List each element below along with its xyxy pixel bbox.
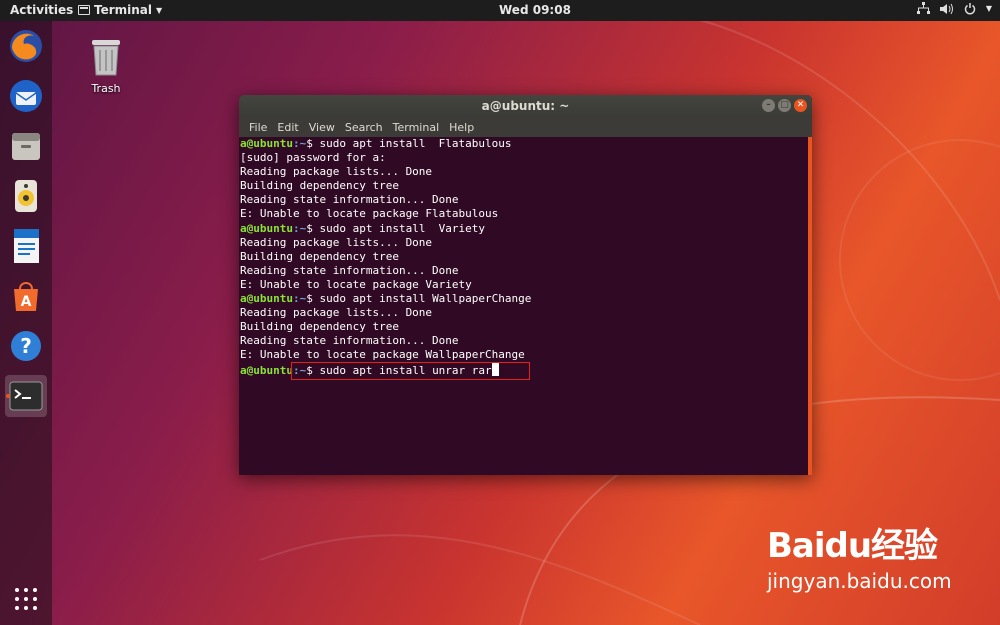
terminal-window[interactable]: a@ubuntu: ~ – □ ✕ File Edit View Search … — [239, 95, 812, 475]
command-text: $ sudo apt install Variety — [306, 221, 486, 235]
terminal-output-line: Building dependency tree — [240, 249, 399, 263]
dock-writer[interactable] — [5, 225, 47, 267]
prompt-path: :~ — [292, 137, 307, 150]
svg-text:?: ? — [20, 334, 32, 358]
dock: A ? — [0, 21, 52, 625]
terminal-command-line: a@ubuntu:~$ sudo apt install Variety — [240, 222, 808, 236]
help-icon: ? — [11, 331, 41, 361]
desktop-trash[interactable]: Trash — [84, 37, 128, 95]
terminal-output[interactable]: a@ubuntu:~$ sudo apt install Flatabulous… — [239, 137, 808, 475]
watermark-brand: Baidu经验 — [767, 526, 938, 566]
annotation-highlight-box — [291, 362, 530, 380]
clock[interactable]: Wed 09:08 — [499, 3, 571, 17]
trash-icon — [92, 40, 120, 76]
menu-help[interactable]: Help — [444, 121, 479, 134]
terminal-output-line: [sudo] password for a: — [240, 151, 386, 165]
menu-search[interactable]: Search — [340, 121, 388, 134]
command-text: $ sudo apt install WallpaperChange — [306, 292, 532, 306]
command-text: $ sudo apt install Flatabulous — [306, 137, 512, 150]
dock-software[interactable]: A — [5, 275, 47, 317]
writer-icon — [14, 229, 39, 263]
terminal-output-line: Building dependency tree — [240, 179, 399, 193]
network-icon — [916, 2, 930, 14]
rhythmbox-icon — [15, 180, 37, 212]
firefox-icon — [10, 30, 42, 62]
prompt-user: a@ubuntu — [240, 137, 293, 150]
app-menu-label: Terminal — [94, 3, 153, 17]
terminal-output-line: Reading state information... Done — [240, 334, 459, 348]
top-bar: Activities Terminal ▼ Wed 09:08 ▼ — [0, 0, 1000, 21]
terminal-command-line: a@ubuntu:~$ sudo apt install WallpaperCh… — [240, 292, 808, 306]
files-icon — [12, 133, 40, 160]
maximize-button[interactable]: □ — [778, 99, 791, 112]
dock-files[interactable] — [5, 125, 47, 167]
terminal-output-line: E: Unable to locate package WallpaperCha… — [240, 348, 525, 362]
dock-thunderbird[interactable] — [5, 75, 47, 117]
show-applications-icon[interactable] — [14, 587, 38, 615]
minimize-button[interactable]: – — [762, 99, 775, 112]
menu-terminal[interactable]: Terminal — [388, 121, 445, 134]
dock-terminal[interactable] — [5, 375, 47, 417]
close-button[interactable]: ✕ — [794, 99, 807, 112]
terminal-output-line: Reading package lists... Done — [240, 235, 433, 249]
svg-text:A: A — [21, 294, 32, 310]
terminal-menubar: File Edit View Search Terminal Help — [239, 117, 812, 137]
software-center-icon: A — [14, 282, 38, 311]
terminal-output-line: Building dependency tree — [240, 320, 399, 334]
window-title: a@ubuntu: ~ — [481, 99, 570, 113]
terminal-output-line: Reading state information... Done — [240, 263, 459, 277]
chevron-down-icon: ▼ — [156, 5, 163, 15]
terminal-output-line: Reading package lists... Done — [240, 306, 433, 320]
power-icon — [964, 2, 976, 14]
dock-help[interactable]: ? — [5, 325, 47, 367]
terminal-icon — [9, 381, 43, 411]
prompt-user: a@ubuntu — [240, 363, 293, 377]
terminal-small-icon — [78, 5, 90, 15]
running-indicator — [6, 394, 10, 398]
activities-button[interactable]: Activities — [10, 3, 73, 17]
menu-file[interactable]: File — [244, 121, 272, 134]
volume-icon — [939, 3, 953, 14]
terminal-output-line: E: Unable to locate package Variety — [240, 277, 472, 291]
scrollbar[interactable] — [808, 137, 812, 475]
prompt-path: :~ — [292, 292, 307, 306]
thunderbird-icon — [10, 80, 42, 112]
baidu-watermark: Baidu经验 jingyan.baidu.com — [767, 518, 952, 593]
dock-firefox[interactable] — [5, 25, 47, 67]
terminal-output-line: E: Unable to locate package Flatabulous — [240, 207, 499, 221]
watermark-site: jingyan.baidu.com — [767, 569, 952, 593]
chevron-down-icon: ▼ — [985, 4, 992, 13]
menu-view[interactable]: View — [304, 121, 340, 134]
window-titlebar[interactable]: a@ubuntu: ~ – □ ✕ — [239, 95, 812, 117]
prompt-user: a@ubuntu — [240, 292, 293, 306]
prompt-path: :~ — [292, 221, 307, 235]
terminal-output-line: Reading state information... Done — [240, 193, 459, 207]
terminal-output-line: Reading package lists... Done — [240, 165, 433, 179]
terminal-command-line: a@ubuntu:~$ sudo apt install Flatabulous — [240, 137, 808, 151]
app-menu[interactable]: Terminal ▼ — [78, 3, 162, 17]
system-tray[interactable]: ▼ — [916, 2, 992, 15]
menu-edit[interactable]: Edit — [272, 121, 303, 134]
dock-rhythmbox[interactable] — [5, 175, 47, 217]
trash-label: Trash — [91, 82, 121, 95]
prompt-user: a@ubuntu — [240, 221, 293, 235]
